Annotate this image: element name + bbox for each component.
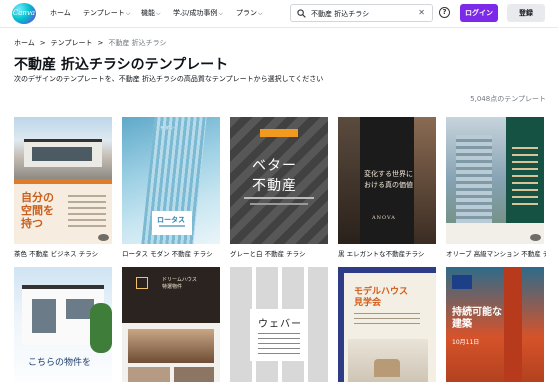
template-card[interactable]: ウェバー bbox=[230, 267, 328, 382]
canva-logo[interactable]: Canva bbox=[12, 3, 36, 24]
bridge-shape bbox=[504, 267, 522, 382]
top-nav: Canva ホーム テンプレート⌵ 機能⌵ 学ぶ/成功事例⌵ プラン⌵ 不動産 … bbox=[0, 0, 558, 28]
breadcrumb-templates[interactable]: テンプレート bbox=[51, 39, 93, 47]
template-card[interactable]: オリーブ 高級マンション 不動産 チラシ bbox=[446, 117, 546, 262]
nav-learn[interactable]: 学ぶ/成功事例⌵ bbox=[173, 8, 223, 18]
thumb-sub-line bbox=[159, 225, 185, 227]
house-window bbox=[32, 147, 92, 161]
flyer-header bbox=[122, 267, 220, 323]
thumb-heading-2: 不動産 bbox=[252, 178, 297, 194]
search-value: 不動産 折込チラシ bbox=[311, 10, 370, 18]
chevron-down-icon: ⌵ bbox=[125, 10, 131, 17]
nav-learn-label: 学ぶ/成功事例 bbox=[173, 9, 218, 17]
nav-plans-label: プラン bbox=[236, 9, 257, 17]
page-description: 次のデザインのテンプレートを、不動産 折込チラシの高品質なテンプレートから選択し… bbox=[14, 75, 324, 83]
template-card[interactable]: こちらの物件を bbox=[14, 267, 112, 382]
breadcrumb: ホーム > テンプレート > 不動産 折込チラシ bbox=[14, 38, 166, 48]
thumb-date: 10月11日 bbox=[452, 339, 480, 346]
template-label[interactable]: ロータス モダン 不動産 チラシ bbox=[122, 248, 213, 258]
template-thumbnail[interactable]: 自分の 空間を 持つ bbox=[14, 117, 112, 244]
eye-icon[interactable] bbox=[530, 234, 541, 241]
chevron-down-icon: ⌵ bbox=[218, 10, 223, 17]
help-icon[interactable]: ? bbox=[439, 7, 450, 18]
breadcrumb-current: 不動産 折込チラシ bbox=[108, 39, 167, 47]
chevron-down-icon: ⌵ bbox=[156, 10, 161, 17]
thumb-heading: ドリームハウス 特選物件 bbox=[162, 277, 197, 290]
nav-features-label: 機能 bbox=[141, 9, 155, 17]
flyer-footer bbox=[446, 223, 544, 244]
template-card[interactable]: モデルハウス 見学会 bbox=[338, 267, 436, 382]
thumb-heading: ウェバー bbox=[258, 319, 302, 330]
breadcrumb-home[interactable]: ホーム bbox=[14, 39, 35, 47]
thumb-heading: 変化する世界に おける真の価値 bbox=[364, 170, 413, 189]
thumb-tag bbox=[452, 275, 472, 289]
template-thumbnail[interactable]: モデルハウス 見学会 bbox=[338, 267, 436, 382]
breadcrumb-separator: > bbox=[39, 39, 46, 47]
thumb-heading: ベター bbox=[252, 158, 297, 174]
thumb-body-text bbox=[244, 197, 314, 199]
template-thumbnail[interactable]: 持続可能な 建築 10月11日 bbox=[446, 267, 544, 382]
nav-home-label: ホーム bbox=[50, 9, 71, 17]
template-card[interactable]: 持続可能な 建築 10月11日 bbox=[446, 267, 546, 382]
template-count: 5,048点のテンプレート bbox=[470, 95, 546, 103]
thumb-heading: ロータス bbox=[157, 216, 185, 224]
thumb-heading: モデルハウス 見学会 bbox=[354, 287, 409, 308]
search-input[interactable]: 不動産 折込チラシ ✕ bbox=[290, 4, 433, 22]
template-card[interactable]: 変化する世界に おける真の価値 ANOVA 黒 エレガントな不動産チラシ bbox=[338, 117, 436, 262]
thumb-body-text bbox=[354, 313, 420, 327]
template-thumbnail[interactable]: ベター 不動産 bbox=[230, 117, 328, 244]
page-title: 不動産 折込チラシのテンプレート bbox=[14, 57, 229, 73]
eye-icon[interactable] bbox=[98, 234, 109, 241]
login-button[interactable]: ログイン bbox=[460, 4, 498, 22]
building-shape bbox=[456, 135, 492, 225]
nav-features[interactable]: 機能⌵ bbox=[141, 8, 161, 18]
thumb-heading: 持続可能な 建築 bbox=[452, 307, 502, 330]
thumb-body-text bbox=[258, 333, 300, 355]
template-card[interactable]: ドリームハウス 特選物件 bbox=[122, 267, 220, 382]
search-icon bbox=[297, 9, 306, 18]
template-card[interactable]: モダン ロータス ロータス モダン 不動産 チラシ bbox=[122, 117, 220, 262]
thumb-body-text bbox=[512, 147, 538, 207]
template-thumbnail[interactable] bbox=[446, 117, 544, 244]
interior-photo bbox=[174, 367, 214, 382]
interior-photo bbox=[128, 367, 170, 382]
template-label[interactable]: 黒 エレガントな不動産チラシ bbox=[338, 248, 424, 258]
template-label[interactable]: グレーと白 不動産 チラシ bbox=[230, 248, 306, 258]
interior-photo bbox=[128, 329, 214, 363]
breadcrumb-separator: > bbox=[97, 39, 104, 47]
template-label[interactable]: 茶色 不動産 ビジネス チラシ bbox=[14, 248, 98, 258]
chevron-down-icon: ⌵ bbox=[258, 10, 263, 17]
template-thumbnail[interactable]: 変化する世界に おける真の価値 ANOVA bbox=[338, 117, 436, 244]
nav-plans[interactable]: プラン⌵ bbox=[236, 8, 263, 18]
thumb-logo bbox=[136, 277, 148, 289]
template-label[interactable]: オリーブ 高級マンション 不動産 チラシ bbox=[446, 248, 546, 258]
thumb-body-text bbox=[68, 195, 106, 227]
thumb-heading: 自分の 空間を 持つ bbox=[21, 191, 54, 230]
thumb-tag bbox=[260, 129, 298, 137]
thumb-top-text: モダン bbox=[160, 125, 175, 130]
thumb-heading: こちらの物件を bbox=[28, 358, 92, 368]
chair-shape bbox=[374, 359, 400, 377]
house-window bbox=[32, 299, 56, 333]
template-card[interactable]: 自分の 空間を 持つ 茶色 不動産 ビジネス チラシ bbox=[14, 117, 112, 262]
thumb-body-text bbox=[250, 203, 308, 205]
register-button[interactable]: 登録 bbox=[507, 4, 545, 22]
template-thumbnail[interactable]: こちらの物件を bbox=[14, 267, 112, 382]
street-photo-right bbox=[414, 117, 436, 244]
flyer-accent-bar bbox=[14, 179, 112, 184]
tree-shape bbox=[90, 303, 112, 353]
template-card[interactable]: ベター 不動産 グレーと白 不動産 チラシ bbox=[230, 117, 328, 262]
nav-templates[interactable]: テンプレート⌵ bbox=[83, 8, 130, 18]
nav-home[interactable]: ホーム bbox=[50, 8, 71, 18]
template-thumbnail[interactable]: ウェバー bbox=[230, 267, 328, 382]
clear-icon[interactable]: ✕ bbox=[418, 8, 425, 17]
nav-templates-label: テンプレート bbox=[83, 9, 125, 17]
template-thumbnail[interactable]: ドリームハウス 特選物件 bbox=[122, 267, 220, 382]
thumb-brand: ANOVA bbox=[372, 215, 396, 221]
street-photo-left bbox=[338, 117, 360, 244]
template-thumbnail[interactable]: モダン ロータス bbox=[122, 117, 220, 244]
